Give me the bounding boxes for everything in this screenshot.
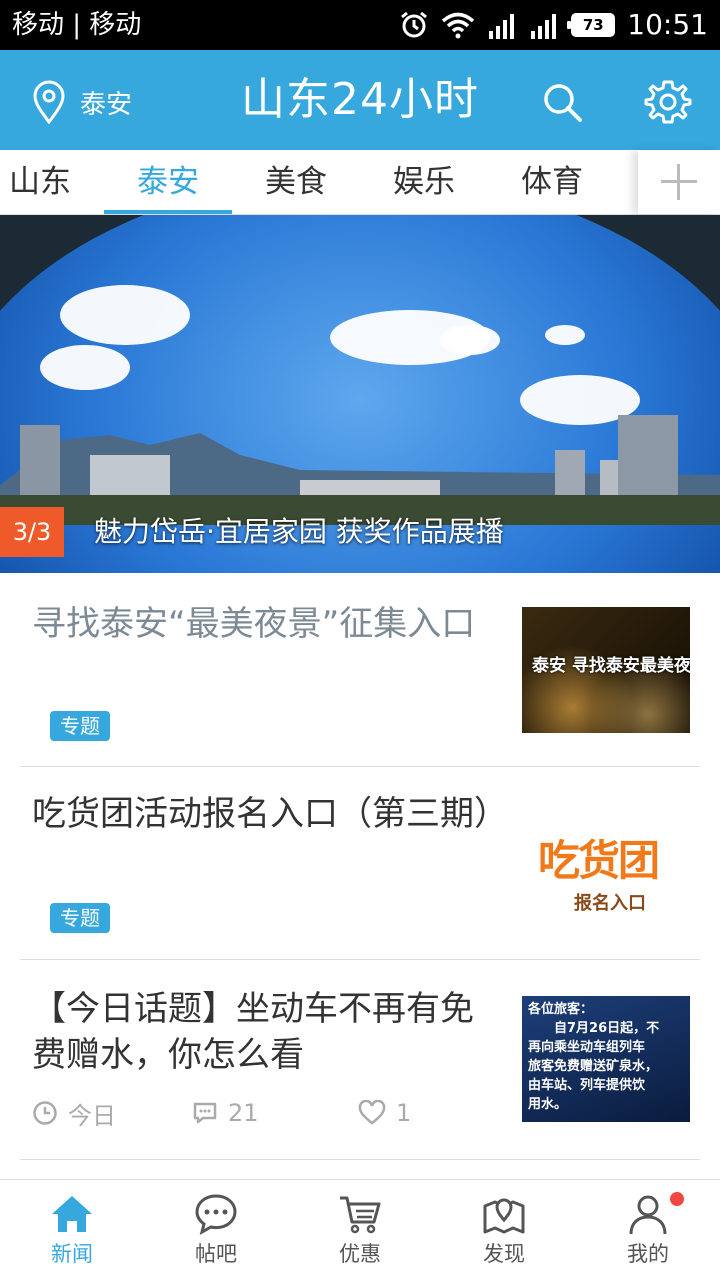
nav-discover[interactable]: 发现 [432, 1180, 576, 1280]
person-icon [629, 1195, 667, 1235]
article-title: 【今日话题】坐动车不再有免费赠水，你怎么看 [32, 989, 474, 1075]
tab-taian[interactable]: 泰安 [104, 150, 232, 214]
clock-icon [33, 1101, 57, 1125]
heart-icon [358, 1100, 386, 1125]
topic-tag: 专题 [50, 711, 110, 741]
banner-caption: 魅力岱岳·宜居家园 获奖作品展播 [94, 515, 504, 548]
article-title: 吃货团活动报名入口（第三期） [32, 794, 508, 834]
cart-icon [340, 1196, 381, 1234]
alarm-icon [401, 11, 428, 38]
status-icons: 73 10:51 [399, 8, 708, 42]
featured-banner[interactable]: 3/3 魅力岱岳·宜居家园 获奖作品展播 [0, 215, 720, 573]
topic-tag: 专题 [50, 903, 110, 933]
bottom-navigation: 新闻 帖吧 优惠 发现 我的 [0, 1179, 720, 1280]
article-thumbnail: 吃货团 报名入口 [522, 797, 690, 923]
nav-profile-label: 我的 [627, 1242, 669, 1266]
nav-news-label: 新闻 [51, 1242, 93, 1266]
nav-discover-label: 发现 [483, 1242, 525, 1266]
nav-deals-label: 优惠 [339, 1242, 381, 1266]
map-icon [483, 1198, 525, 1234]
article-thumbnail: 各位旅客： 自7月26日起，不 再向乘坐动车组列车 旅客免费赠送矿泉水， 由车站… [522, 996, 690, 1122]
thumbnail-notice: 各位旅客： 自7月26日起，不 再向乘坐动车组列车 旅客免费赠送矿泉水， 由车站… [528, 1002, 660, 1112]
status-bar: 移动 | 移动 73 10:51 [0, 0, 720, 50]
list-item[interactable]: 【今日话题】坐动车不再有免费赠水，你怎么看 今日 21 1 各位旅客： 自7月2… [20, 960, 700, 1160]
category-tabs: 山东 泰安 美食 娱乐 体育 [0, 150, 720, 215]
carrier-label: 移动 | 移动 [12, 10, 142, 40]
nav-profile[interactable]: 我的 [576, 1180, 720, 1280]
comment-count: 21 [228, 1099, 259, 1127]
thumbnail-subtext: 报名入口 [574, 893, 646, 914]
list-item[interactable]: 吃货团活动报名入口（第三期） 专题 吃货团 报名入口 [20, 767, 700, 960]
home-icon [52, 1196, 92, 1232]
location-pin-icon [33, 80, 65, 124]
article-meta: 今日 21 1 [32, 1096, 411, 1130]
nav-deals[interactable]: 优惠 [288, 1180, 432, 1280]
article-thumbnail: 泰安 寻找泰安最美夜 [522, 607, 690, 733]
location-selector[interactable]: 泰安 [32, 80, 132, 124]
signal-icon-2 [531, 14, 557, 39]
nav-news[interactable]: 新闻 [0, 1180, 144, 1280]
thumbnail-text: 泰安 寻找泰安最美夜 [532, 656, 690, 676]
tab-shandong[interactable]: 山东 [0, 150, 104, 214]
thumbnail-text: 吃货团 [538, 836, 660, 885]
signal-icon-1 [489, 14, 515, 39]
comment-icon [193, 1102, 217, 1124]
app-header: 泰安 山东24小时 [0, 50, 720, 150]
list-item[interactable]: 寻找泰安“最美夜景”征集入口 专题 泰安 寻找泰安最美夜 [20, 573, 700, 767]
article-time: 今日 [68, 1101, 116, 1130]
location-label: 泰安 [80, 89, 133, 120]
slide-counter: 3/3 [0, 507, 64, 557]
like-count: 1 [396, 1099, 412, 1127]
clock: 10:51 [627, 8, 708, 41]
tab-entertainment[interactable]: 娱乐 [360, 150, 488, 214]
nav-forum-label: 帖吧 [195, 1242, 237, 1266]
nav-forum[interactable]: 帖吧 [144, 1180, 288, 1280]
settings-gear-icon[interactable] [644, 78, 692, 126]
app-title: 山东24小时 [241, 74, 479, 125]
battery-indicator: 73 [567, 13, 616, 37]
search-icon[interactable] [540, 80, 584, 124]
article-title: 寻找泰安“最美夜景”征集入口 [32, 604, 476, 644]
wifi-icon [442, 12, 475, 39]
tab-food[interactable]: 美食 [232, 150, 360, 214]
notification-badge [670, 1192, 684, 1206]
add-tab-button[interactable] [638, 150, 720, 214]
tab-sports[interactable]: 体育 [488, 150, 616, 214]
chat-icon [195, 1194, 237, 1235]
